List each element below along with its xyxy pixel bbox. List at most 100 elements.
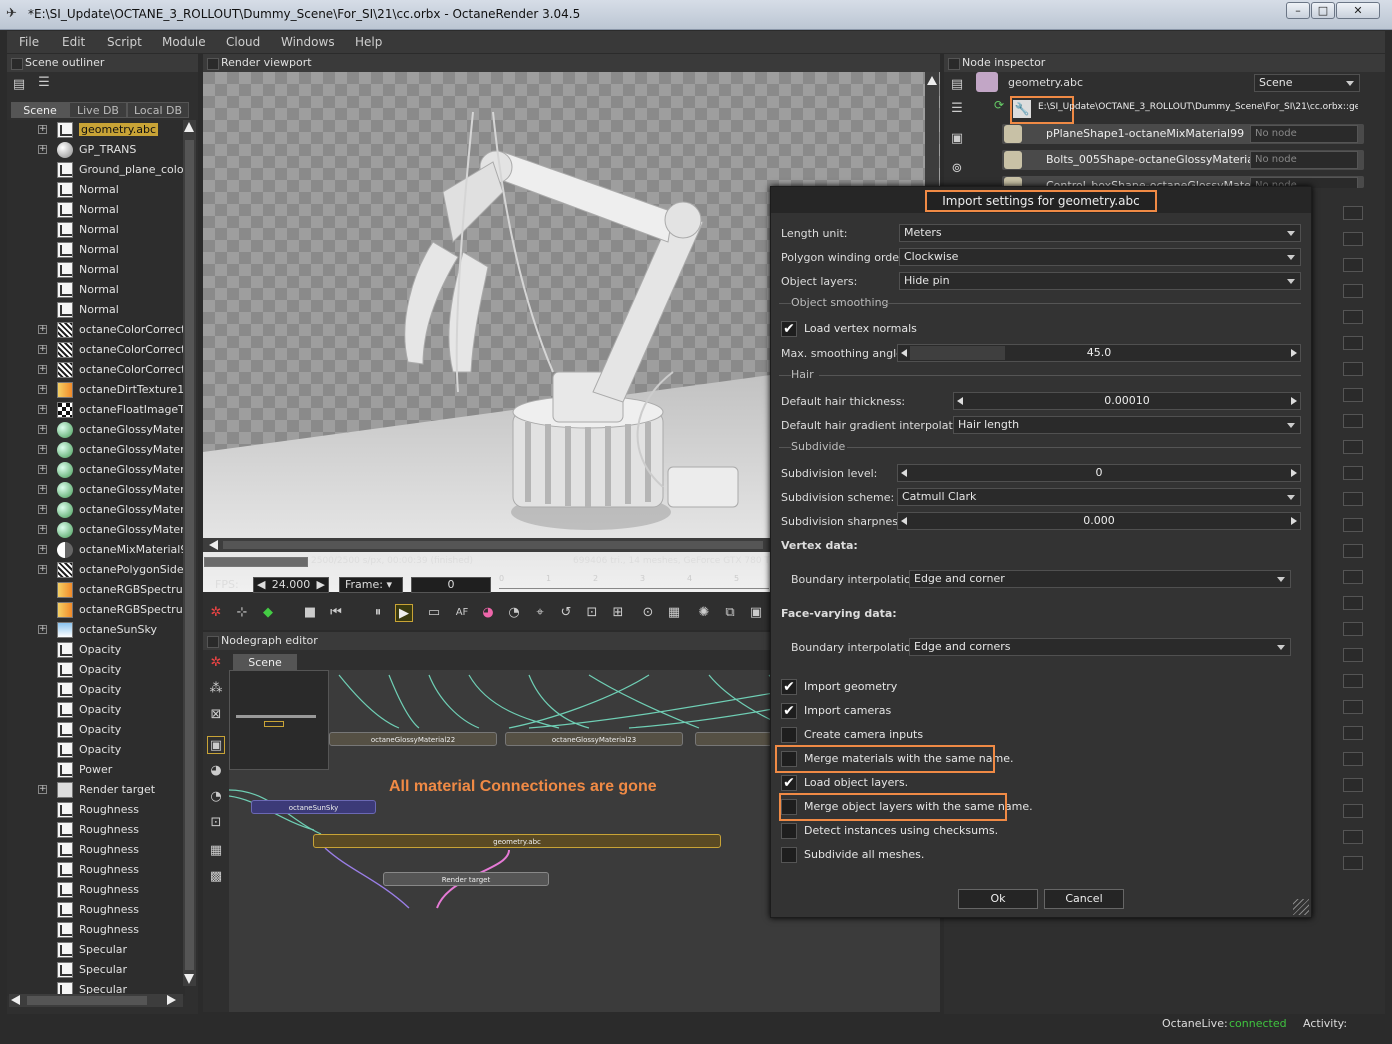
node-render-target[interactable]: Render target	[383, 872, 549, 886]
tree-item[interactable]: + octaneMixMaterial99	[7, 540, 183, 560]
wrench-settings-icon[interactable]: 🔧	[1013, 100, 1031, 118]
decrement-icon[interactable]	[957, 397, 963, 405]
minimap-toggle-icon[interactable]: ▣	[207, 736, 225, 754]
tree-item[interactable]: Normal	[7, 260, 183, 280]
frame-dropdown[interactable]: Frame: ▾	[339, 577, 403, 593]
inspector-row-dropdown[interactable]	[1343, 830, 1363, 844]
inspector-row-dropdown[interactable]	[1343, 804, 1363, 818]
reset-camera-icon[interactable]: ✲	[207, 604, 225, 622]
tree-item[interactable]: Opacity	[7, 680, 183, 700]
winding-dropdown[interactable]: Clockwise	[899, 248, 1301, 266]
expand-icon[interactable]: +	[38, 365, 47, 374]
tab-local-db[interactable]: Local DB	[127, 102, 189, 118]
frame-field[interactable]: 0	[411, 577, 491, 593]
expand-all-icon[interactable]: ▤	[10, 76, 28, 94]
scroll-right-icon[interactable]	[167, 995, 176, 1005]
inspector-row-dropdown[interactable]	[1343, 752, 1363, 766]
tree-item[interactable]: + octaneColorCorrectTe	[7, 340, 183, 360]
max-smoothing-slider[interactable]: 45.0	[897, 344, 1301, 362]
length-unit-dropdown[interactable]: Meters	[899, 224, 1301, 242]
increment-icon[interactable]	[1291, 349, 1297, 357]
grid-snap-icon[interactable]: ▩	[207, 868, 225, 886]
tree-item[interactable]: Roughness	[7, 800, 183, 820]
expand-icon[interactable]: +	[38, 325, 47, 334]
inspector-row-dropdown[interactable]	[1343, 726, 1363, 740]
inspector-row-dropdown[interactable]	[1343, 570, 1363, 584]
tree-item[interactable]: + octanePolygonSideTe	[7, 560, 183, 580]
start-render-icon[interactable]: ▶	[395, 604, 413, 622]
subdiv-sharpness-slider[interactable]: 0.000	[897, 512, 1301, 530]
import-option-checkbox[interactable]	[781, 847, 797, 863]
nodegraph-minimap[interactable]	[229, 670, 329, 770]
save-image-icon[interactable]: ▣	[747, 604, 765, 622]
expand-icon[interactable]: +	[38, 565, 47, 574]
camera-target-icon[interactable]: ↺	[557, 604, 575, 622]
tree-item[interactable]: + octaneGlossyMaterial	[7, 520, 183, 540]
close-button[interactable]: ✕	[1336, 2, 1380, 19]
inspector-row-dropdown[interactable]	[1343, 362, 1363, 376]
node-geometry-abc[interactable]: geometry.abc	[313, 834, 721, 848]
stop-render-icon[interactable]: ■	[301, 604, 319, 622]
expand-icon[interactable]: +	[38, 485, 47, 494]
tree-item[interactable]: Specular	[7, 960, 183, 980]
inspector-row-dropdown[interactable]	[1343, 336, 1363, 350]
tree-item[interactable]: Opacity	[7, 700, 183, 720]
menu-file[interactable]: File	[19, 35, 39, 49]
tab-live-db[interactable]: Live DB	[69, 102, 127, 118]
tree-item[interactable]: Opacity	[7, 720, 183, 740]
zoom-icon[interactable]: ⊙	[639, 604, 657, 622]
tree-item[interactable]: + octaneGlossyMaterial	[7, 420, 183, 440]
increment-icon[interactable]	[1291, 517, 1297, 525]
import-option-checkbox[interactable]	[781, 823, 797, 839]
tree-item[interactable]: Opacity	[7, 660, 183, 680]
film-region-icon[interactable]: ⊞	[609, 604, 627, 622]
tree-item[interactable]: + octaneDirtTexture1	[7, 380, 183, 400]
tree-item[interactable]: + octaneFloatImageTex	[7, 400, 183, 420]
material-picker-icon[interactable]: ◔	[505, 604, 523, 622]
tree-item[interactable]: Roughness	[7, 880, 183, 900]
inspector-row[interactable]: pPlaneShape1-octaneMixMaterial99 No node	[1002, 124, 1364, 144]
tree-item[interactable]: Opacity	[7, 740, 183, 760]
decrement-icon[interactable]	[901, 349, 907, 357]
inspector-row-dropdown[interactable]	[1343, 284, 1363, 298]
inspector-row-dropdown[interactable]	[1343, 206, 1363, 220]
tree-item[interactable]: + octaneGlossyMaterial	[7, 480, 183, 500]
collapse-all-icon[interactable]: ☰	[35, 74, 53, 92]
inspector-row-dropdown[interactable]	[1343, 518, 1363, 532]
scroll-down-icon[interactable]	[184, 974, 194, 984]
inspector-row-dropdown[interactable]	[1343, 674, 1363, 688]
tree-item[interactable]: Specular	[7, 940, 183, 960]
hair-thickness-slider[interactable]: 0.00010	[953, 392, 1301, 410]
node-glossy-material-23[interactable]: octaneGlossyMaterial23	[505, 732, 683, 746]
tree-item[interactable]: Roughness	[7, 900, 183, 920]
menu-script[interactable]: Script	[107, 35, 142, 49]
scroll-left-icon[interactable]	[209, 540, 218, 550]
preview-icon[interactable]: ▣	[948, 130, 966, 148]
menu-module[interactable]: Module	[162, 35, 206, 49]
color-picker-icon[interactable]: ◕	[479, 604, 497, 622]
scroll-up-icon[interactable]	[927, 76, 937, 85]
vertex-boundary-dropdown[interactable]: Edge and corner	[909, 570, 1291, 588]
tree-item[interactable]: + geometry.abc	[7, 120, 183, 140]
inspector-node-name[interactable]: geometry.abc	[1008, 76, 1083, 89]
inspector-row-dropdown[interactable]	[1343, 492, 1363, 506]
hscroll-thumb[interactable]	[27, 996, 147, 1005]
tree-item[interactable]: Ground_plane_colour	[7, 160, 183, 180]
object-picker-icon[interactable]: ⌖	[531, 604, 549, 622]
lock-viewport-icon[interactable]: ✺	[695, 604, 713, 622]
texture-node-icon[interactable]: ⊡	[207, 814, 225, 832]
tree-item[interactable]: Normal	[7, 240, 183, 260]
node-type-dropdown[interactable]: Scene	[1254, 74, 1360, 92]
expand-icon[interactable]: +	[38, 525, 47, 534]
tree-item[interactable]: + octaneColorCorrectTe	[7, 360, 183, 380]
expand-icon[interactable]: +	[38, 545, 47, 554]
af-icon[interactable]: AF	[453, 604, 471, 622]
expand-icon[interactable]: +	[38, 145, 47, 154]
inspector-row-dropdown[interactable]	[1343, 440, 1363, 454]
node-glossy-material-22[interactable]: octaneGlossyMaterial22	[329, 732, 497, 746]
object-layers-dropdown[interactable]: Hide pin	[899, 272, 1301, 290]
collapse-all-icon[interactable]: ☰	[948, 100, 966, 118]
inspector-row[interactable]: Bolts_005Shape-octaneGlossyMaterial20 No …	[1002, 150, 1364, 170]
expand-icon[interactable]: +	[38, 465, 47, 474]
expand-icon[interactable]: +	[38, 405, 47, 414]
